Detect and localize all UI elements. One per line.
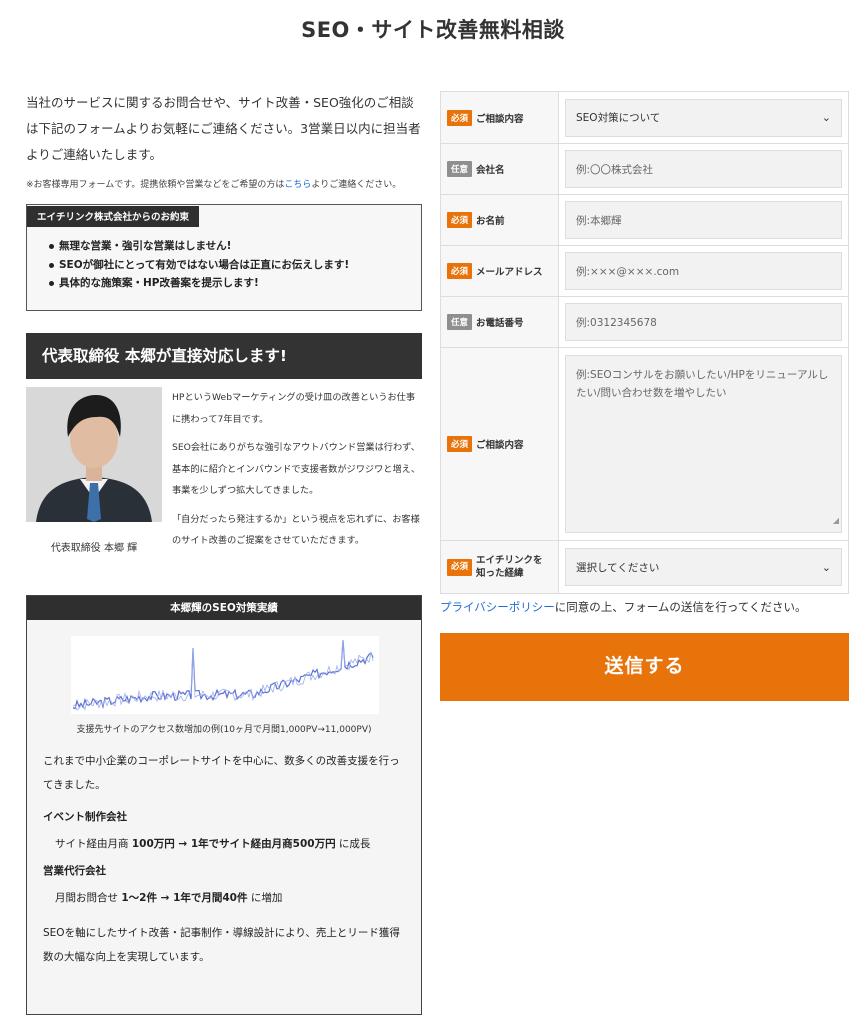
results-text: これまで中小企業のコーポレートサイトを中心に、数多くの改善支援を行ってきました。 — [43, 755, 400, 791]
case-text: 月間お問合せ — [55, 892, 122, 904]
results-text: SEOを軸にしたサイト改善・記事制作・導線設計により、売上とリード獲得数の大幅な… — [43, 927, 400, 963]
case-title: 営業代行会社 — [43, 865, 106, 877]
case-highlight: 100万円 → 1年でサイト経由月商500万円 — [131, 838, 336, 850]
form-row-name: 必須 お名前 例:本郷輝 — [441, 195, 848, 246]
results-box: 本郷輝のSEO対策実績 支援先サイトのアクセス数増加の例(10ヶ月で月間1,00… — [26, 595, 422, 1015]
field-label-text: お名前 — [476, 216, 505, 227]
promise-box: エイチリンク株式会社からのお約束 無理な営業・強引な営業はしません! SEOが御… — [26, 204, 422, 311]
contact-link[interactable]: こちら — [284, 180, 311, 190]
case-line: 月間お問合せ 1〜2件 → 1年で月間40件 に増加 — [43, 890, 405, 905]
access-chart — [71, 636, 379, 714]
required-badge: 必須 — [447, 436, 473, 452]
field-label: 必須 ご相談内容 — [441, 348, 559, 540]
form-row-source: 必須 エイチリンクを知った経緯 選択してください ⌄ — [441, 541, 848, 593]
form-row-company: 任意 会社名 例:〇〇株式会社 — [441, 144, 848, 195]
promise-item: SEOが御社にとって有効ではない場合は正直にお伝えします! — [49, 256, 421, 275]
note-after: よりご連絡ください。 — [311, 180, 402, 190]
email-input[interactable]: 例:×××@×××.com — [565, 252, 842, 290]
note-text: ※お客様専用フォームです。提携依頼や営業などをご希望の方はこちらよりご連絡くださ… — [26, 178, 422, 192]
note-before: ※お客様専用フォームです。提携依頼や営業などをご希望の方は — [26, 180, 285, 190]
form-row-message: 必須 ご相談内容 例:SEOコンサルをお願いしたい/HPをリニューアルしたい/問い… — [441, 348, 848, 541]
field-label: 任意 お電話番号 — [441, 297, 559, 347]
inquiry-type-select[interactable]: SEO対策について ⌄ — [565, 98, 842, 137]
field-label-text: エイチリンクを知った経緯 — [476, 555, 543, 579]
optional-badge: 任意 — [447, 314, 473, 330]
page-title: SEO・サイト改善無料相談 — [301, 18, 565, 42]
privacy-notice: プライバシーポリシーに同意の上、フォームの送信を行ってください。 — [440, 599, 807, 615]
field-label-text: ご相談内容 — [476, 440, 524, 451]
required-badge: 必須 — [447, 558, 473, 576]
promise-item: 無理な営業・強引な営業はしません! — [49, 237, 421, 256]
field-wrap: 例:〇〇株式会社 — [559, 144, 848, 194]
results-body: これまで中小企業のコーポレートサイトを中心に、数多くの改善支援を行ってきました。… — [27, 735, 421, 969]
access-chart-line — [72, 639, 374, 710]
form-row-inquiry-type: 必須 ご相談内容 SEO対策について ⌄ — [441, 92, 848, 144]
field-label-text: ご相談内容 — [476, 113, 524, 125]
contact-form: 必須 ご相談内容 SEO対策について ⌄ 任意 会社名 例:〇〇株式会社 必須 お名前 … — [440, 91, 849, 594]
company-input[interactable]: 例:〇〇株式会社 — [565, 150, 842, 188]
field-wrap: 例:本郷輝 — [559, 195, 848, 245]
field-wrap: 選択してください ⌄ — [559, 541, 848, 593]
required-badge: 必須 — [447, 263, 473, 279]
select-value: SEO対策について — [576, 112, 661, 124]
phone-input[interactable]: 例:0312345678 — [565, 303, 842, 341]
chevron-down-icon: ⌄ — [821, 111, 831, 124]
field-label-text: メールアドレス — [476, 267, 543, 278]
chevron-down-icon: ⌄ — [821, 560, 831, 574]
bio-paragraph: 「自分だったら発注するか」という視点を忘れずに、お客様のサイト改善のご提案をさせ… — [172, 513, 420, 547]
field-label: 必須 エイチリンクを知った経緯 — [441, 541, 559, 593]
privacy-text: に同意の上、フォームの送信を行ってください。 — [554, 600, 807, 614]
form-row-email: 必須 メールアドレス 例:×××@×××.com — [441, 246, 848, 297]
bio-paragraph: SEO会社にありがちな強引なアウトバウンド営業は行わず、基本的に紹介とインバウン… — [172, 442, 421, 496]
promise-item: 具体的な施策案・HP改善案を提示します! — [49, 274, 421, 293]
optional-badge: 任意 — [447, 161, 473, 177]
chart-caption: 支援先サイトのアクセス数増加の例(10ヶ月で月間1,000PV→11,000PV… — [76, 725, 372, 735]
field-label-text: お電話番号 — [476, 318, 524, 329]
field-wrap: 例:0312345678 — [559, 297, 848, 347]
resize-grip-icon[interactable]: ◢ — [833, 512, 839, 530]
info-column: 当社のサービスに関するお問合せや、サイト改善・SEO強化のご相談は下記のフォーム… — [26, 90, 422, 1015]
case-text: に成長 — [335, 838, 371, 850]
select-value: 選択してください — [576, 561, 660, 574]
intro-text: 当社のサービスに関するお問合せや、サイト改善・SEO強化のご相談は下記のフォーム… — [26, 95, 421, 162]
field-label: 必須 お名前 — [441, 195, 559, 245]
access-chart-line-secondary — [72, 639, 374, 711]
case-line: サイト経由月商 100万円 → 1年でサイト経由月商500万円 に成長 — [43, 836, 405, 851]
field-label: 必須 ご相談内容 — [441, 92, 559, 143]
ceo-bio: HPというWebマーケティングの受け皿の改善というお仕事に携わって7年目です。 … — [172, 387, 422, 559]
case-text: に増加 — [247, 892, 283, 904]
ceo-profile: 代表取締役 本郷 輝 HPというWebマーケティングの受け皿の改善というお仕事に… — [26, 387, 422, 592]
case-text: サイト経由月商 — [55, 838, 132, 850]
required-badge: 必須 — [447, 212, 473, 228]
bio-paragraph: HPというWebマーケティングの受け皿の改善というお仕事に携わって7年目です。 — [172, 392, 416, 425]
field-wrap: SEO対策について ⌄ — [559, 92, 848, 143]
field-label: 任意 会社名 — [441, 144, 559, 194]
case-highlight: 1〜2件 → 1年で月間40件 — [121, 892, 248, 904]
field-wrap: 例:SEOコンサルをお願いしたい/HPをリニューアルしたい/問い合わせ数を増やし… — [559, 348, 848, 540]
case-title: イベント制作会社 — [43, 811, 127, 823]
field-wrap: 例:×××@×××.com — [559, 246, 848, 296]
access-chart-svg — [72, 639, 374, 711]
submit-button[interactable]: 送信する — [440, 633, 849, 701]
ceo-banner: 代表取締役 本郷が直接対応します! — [26, 333, 422, 379]
promise-title: エイチリンク株式会社からのお約束 — [27, 206, 200, 227]
required-badge: 必須 — [447, 109, 473, 126]
ceo-photo — [26, 387, 162, 522]
results-title: 本郷輝のSEO対策実績 — [27, 596, 421, 620]
textarea-placeholder: 例:SEOコンサルをお願いしたい/HPをリニューアルしたい/問い合わせ数を増やし… — [576, 369, 829, 399]
field-label-text: 会社名 — [476, 165, 505, 176]
ceo-caption: 代表取締役 本郷 輝 — [50, 543, 138, 554]
privacy-policy-link[interactable]: プライバシーポリシー — [440, 600, 555, 614]
source-select[interactable]: 選択してください ⌄ — [565, 548, 842, 586]
name-input[interactable]: 例:本郷輝 — [565, 201, 842, 239]
message-textarea[interactable]: 例:SEOコンサルをお願いしたい/HPをリニューアルしたい/問い合わせ数を増やし… — [565, 355, 842, 533]
promise-list: 無理な営業・強引な営業はしません! SEOが御社にとって有効ではない場合は正直に… — [49, 237, 421, 293]
field-label: 必須 メールアドレス — [441, 246, 559, 296]
form-row-phone: 任意 お電話番号 例:0312345678 — [441, 297, 848, 348]
